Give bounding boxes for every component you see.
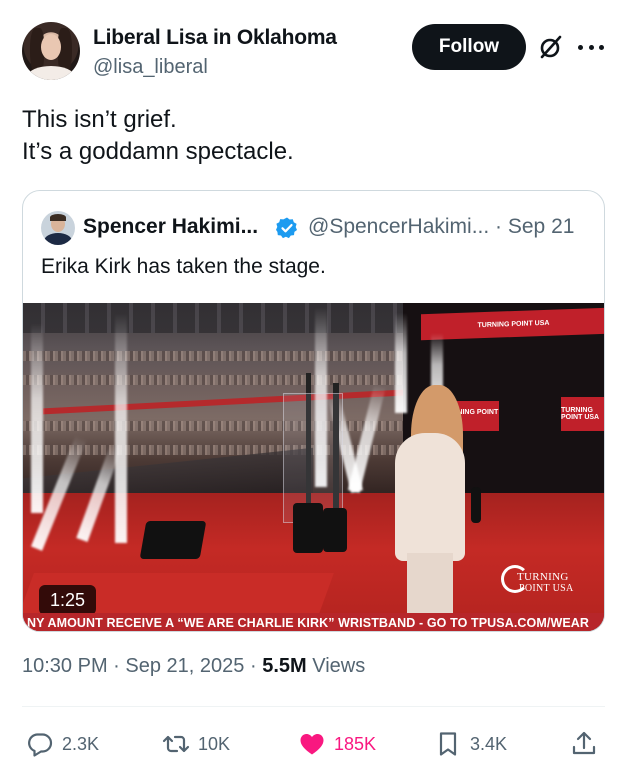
bookmark-button[interactable]: 3.4K [434,724,507,764]
follow-button[interactable]: Follow [412,24,526,70]
share-button[interactable] [570,724,598,764]
stage-banner-right: TURNING POINT USA [561,397,604,431]
tweet-meta: 10:30 PM · Sep 21, 2025 · 5.5M Views [22,655,366,677]
tweet-text: This isn’t grief. It’s a goddamn spectac… [22,104,294,168]
stage-speaker [293,503,323,553]
author-avatar[interactable] [22,22,80,80]
tweet-header: Liberal Lisa in Oklahoma @lisa_liberal F… [22,22,612,84]
reply-button[interactable]: 2.3K [26,724,99,764]
author-handle[interactable]: @lisa_liberal [93,56,208,79]
like-button[interactable]: 185K [298,724,376,764]
speaker-figure [395,433,465,561]
divider [22,706,605,707]
stage-speaker [139,521,207,559]
author-display-name[interactable]: Liberal Lisa in Oklahoma [93,26,337,50]
repost-count: 10K [198,733,231,754]
more-options-icon[interactable] [578,34,604,60]
video-player[interactable]: TURNING POINT USA TURNING POINT USA TURN… [23,303,604,631]
bookmark-count: 3.4K [470,733,508,754]
views-label: Views [312,655,366,677]
repost-button[interactable]: 10K [162,724,230,764]
pyrotechnic-fountain [395,313,407,413]
pyrotechnic-fountain [31,323,43,513]
quoted-tweet-text: Erika Kirk has taken the stage. [41,255,326,278]
tweet-time[interactable]: 10:30 PM [22,655,108,677]
views-count[interactable]: 5.5M [262,655,306,677]
grok-icon[interactable] [538,34,564,60]
stage-speaker [323,508,347,552]
turning-point-logo: TURNING POINT USA [501,561,581,601]
tweet-text-line-1: This isn’t grief. [22,106,177,133]
quoted-author-display-name[interactable]: Spencer Hakimi... [83,215,258,239]
tweet-date[interactable]: Sep 21, 2025 [125,655,244,677]
repost-icon [162,735,190,753]
quoted-author-avatar[interactable] [41,211,75,245]
quoted-author-handle-date[interactable]: @SpencerHakimi... · Sep 21 [308,215,574,239]
like-count: 185K [334,733,377,754]
reply-count: 2.3K [62,733,100,754]
quoted-tweet[interactable]: Spencer Hakimi... @SpencerHakimi... · Se… [22,190,605,632]
heart-icon [300,734,324,755]
video-ticker-caption: NY AMOUNT RECEIVE A “WE ARE CHARLIE KIRK… [23,613,604,631]
tweet-text-line-2: It’s a goddamn spectacle. [22,138,294,165]
reply-icon [28,733,53,757]
share-icon [572,731,596,755]
verified-badge-icon [275,216,299,240]
pyrotechnic-fountain [115,313,127,543]
video-duration-badge: 1:25 [39,585,97,615]
bookmark-icon [439,732,457,756]
action-bar: 2.3K 10K 185K 3.4K [22,724,605,764]
